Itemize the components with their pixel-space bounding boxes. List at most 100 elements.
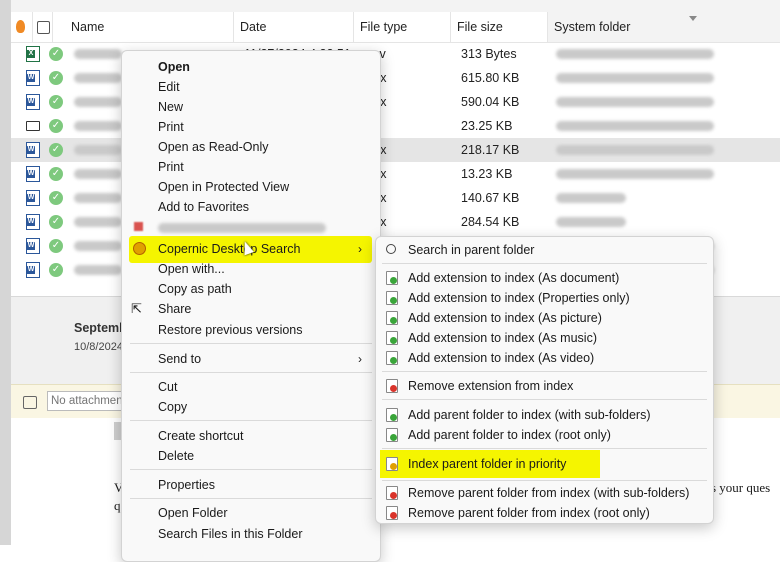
blurred-name	[74, 265, 122, 275]
menu-open-folder[interactable]: Open Folder	[122, 503, 380, 523]
submenu-add-parent-with-subfolders[interactable]: Add parent folder to index (with sub-fol…	[376, 405, 713, 425]
fire-icon	[16, 20, 25, 33]
row-file-size: 218.17 KB	[461, 143, 520, 157]
menu-separator	[382, 448, 707, 449]
blurred-folder	[556, 169, 714, 179]
context-menu: Open Edit New Print Open as Read-Only Pr…	[121, 50, 381, 562]
menu-open-protected-view[interactable]: Open in Protected View	[122, 177, 380, 197]
blurred-name	[74, 193, 122, 203]
blurred-label	[158, 223, 326, 233]
menu-open-read-only[interactable]: Open as Read-Only	[122, 137, 380, 157]
submenu-add-ext-properties[interactable]: Add extension to index (Properties only)	[376, 288, 713, 308]
row-file-size: 23.25 KB	[461, 119, 513, 133]
add-index-icon	[386, 331, 398, 345]
blurred-name	[74, 145, 122, 155]
menu-properties[interactable]: Properties	[122, 475, 380, 495]
badge-dot	[390, 317, 397, 324]
preview-date: 10/8/2024	[74, 341, 123, 353]
submenu-search-parent-folder[interactable]: Search in parent folder	[376, 240, 713, 260]
indexed-check-icon: ✓	[49, 95, 63, 109]
indexed-check-icon: ✓	[49, 143, 63, 157]
add-index-icon	[386, 428, 398, 442]
badge-dot	[390, 434, 397, 441]
blurred-folder	[556, 73, 714, 83]
submenu-add-ext-document[interactable]: Add extension to index (As document)	[376, 268, 713, 288]
menu-separator	[382, 399, 707, 400]
blurred-folder	[556, 145, 714, 155]
blurred-name	[74, 169, 122, 179]
system-folder-column-header[interactable]: System folder	[548, 12, 780, 42]
menu-delete[interactable]: Delete	[122, 446, 380, 466]
blurred-folder	[556, 121, 714, 131]
add-index-icon	[386, 291, 398, 305]
blurred-name	[74, 241, 122, 251]
add-index-icon	[386, 351, 398, 365]
blurred-folder	[556, 49, 714, 59]
column-header-bar: Name Date File type File size System fol…	[11, 12, 780, 43]
file-type-column-header[interactable]: File type	[354, 12, 451, 42]
submenu-remove-parent-with-subfolders[interactable]: Remove parent folder from index (with su…	[376, 483, 713, 503]
mail-icon	[26, 121, 40, 131]
row-file-size: 615.80 KB	[461, 71, 520, 85]
indexed-check-icon: ✓	[49, 239, 63, 253]
row-file-size: 13.23 KB	[461, 167, 513, 181]
menu-restore-previous-versions[interactable]: Restore previous versions	[122, 320, 380, 340]
menu-share[interactable]: ⇱ Share	[122, 299, 380, 319]
left-edge-strip	[0, 0, 11, 545]
preview-title: Septemb	[74, 321, 127, 335]
add-index-icon	[386, 271, 398, 285]
menu-edit[interactable]: Edit	[122, 77, 380, 97]
menu-open[interactable]: Open	[122, 57, 380, 77]
menu-separator	[130, 498, 372, 499]
menu-separator	[130, 372, 372, 373]
menu-cut[interactable]: Cut	[122, 377, 380, 397]
blurred-folder	[556, 97, 714, 107]
blurred-name	[74, 121, 122, 131]
body-line-1-right: s your ques	[711, 480, 771, 495]
menu-separator	[130, 343, 372, 344]
menu-send-to[interactable]: Send to ›	[122, 349, 380, 369]
chevron-right-icon: ›	[358, 352, 362, 366]
menu-search-files-in-folder[interactable]: Search Files in this Folder	[122, 524, 380, 544]
menu-add-to-favorites[interactable]: Add to Favorites	[122, 197, 380, 217]
indexed-check-icon: ✓	[49, 191, 63, 205]
flag-column-header[interactable]	[11, 12, 33, 42]
submenu-add-ext-video[interactable]: Add extension to index (As video)	[376, 348, 713, 368]
add-index-icon	[386, 311, 398, 325]
blurred-name	[74, 97, 122, 107]
badge-dot	[390, 463, 397, 470]
word-icon: W	[26, 70, 40, 86]
menu-open-with[interactable]: Open with...	[122, 259, 380, 279]
menu-blurred-item[interactable]	[122, 217, 380, 237]
menu-copy-as-path[interactable]: Copy as path	[122, 279, 380, 299]
submenu-remove-parent-root-only[interactable]: Remove parent folder from index (root on…	[376, 503, 713, 523]
word-icon: W	[26, 166, 40, 182]
submenu-add-ext-music[interactable]: Add extension to index (As music)	[376, 328, 713, 348]
submenu-remove-extension[interactable]: Remove extension from index	[376, 376, 713, 396]
row-file-size: 313 Bytes	[461, 47, 517, 61]
status-column-header[interactable]	[33, 12, 53, 42]
badge-dot	[390, 297, 397, 304]
menu-separator	[130, 420, 372, 421]
badge-dot	[390, 512, 397, 519]
menu-new[interactable]: New	[122, 97, 380, 117]
row-file-size: 140.67 KB	[461, 191, 520, 205]
date-column-header[interactable]: Date	[234, 12, 354, 42]
menu-print[interactable]: Print	[122, 117, 380, 137]
file-size-column-header[interactable]: File size	[451, 12, 548, 42]
body-line-2: q	[114, 498, 121, 513]
submenu-add-ext-picture[interactable]: Add extension to index (As picture)	[376, 308, 713, 328]
submenu-add-parent-root-only[interactable]: Add parent folder to index (root only)	[376, 425, 713, 445]
menu-print-2[interactable]: Print	[122, 157, 380, 177]
word-icon: W	[26, 190, 40, 206]
name-column-header[interactable]: Name	[53, 12, 234, 42]
badge-dot	[390, 385, 397, 392]
blurred-folder	[556, 193, 626, 203]
chevron-right-icon: ›	[358, 242, 362, 256]
word-icon: W	[26, 142, 40, 158]
submenu-index-parent-priority[interactable]: Index parent folder in priority	[376, 454, 713, 474]
indexed-check-icon: ✓	[49, 71, 63, 85]
menu-create-shortcut[interactable]: Create shortcut	[122, 426, 380, 446]
menu-copy[interactable]: Copy	[122, 397, 380, 417]
badge-dot	[390, 492, 397, 499]
